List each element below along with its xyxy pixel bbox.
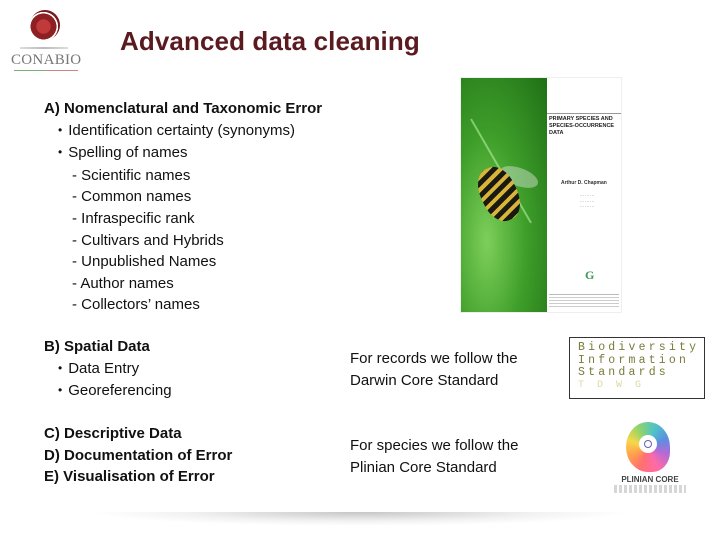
book-subtitle: PRIMARY SPECIES AND SPECIES-OCCURRENCE D… [549, 116, 615, 136]
book-fine-print: ··· ··· ··· ··· ··· ··· ··· ··· ··· [579, 193, 595, 209]
section-b: B) Spatial Data Data Entry Georeferencin… [44, 336, 172, 403]
section-e-heading: E) Visualisation of Error [44, 468, 215, 486]
species-line-2: Plinian Core Standard [350, 458, 497, 476]
species-line-1: For species we follow the [350, 437, 519, 454]
bullet-item: Georeferencing [44, 380, 171, 403]
sub-item: - Collectors’ names [72, 296, 200, 314]
sections-c-e: C) Descriptive Data D) Documentation of … [44, 423, 232, 488]
plinian-core-logo: PLINIAN CORE [610, 420, 690, 498]
section-b-heading: B) Spatial Data [44, 338, 150, 355]
sub-item: - Scientific names [72, 166, 191, 184]
bullet-item: Identification certainty (synonyms) [44, 120, 322, 143]
section-a: A) Nomenclatural and Taxonomic Error Ide… [44, 98, 322, 316]
book-cover-image: PRINCIPLES AND METHODS OF DATA CLEANING … [460, 77, 622, 313]
logo-underline [14, 70, 78, 71]
plinian-tagline [614, 485, 686, 493]
sub-item: - Cultivars and Hybrids [72, 231, 224, 249]
spiral-center-icon [644, 440, 652, 448]
conabio-emblem-icon [30, 10, 60, 40]
book-author: Arthur D. Chapman [561, 180, 607, 186]
records-line-1: For records we follow the [350, 350, 518, 367]
conabio-logo: CONABIO [8, 8, 82, 71]
logo-text: CONABIO [11, 52, 82, 68]
bullet-item: Data Entry [44, 358, 172, 381]
book-title-line: AND METHODS [547, 95, 618, 106]
tdwg-logo: Biodiversity Information Standards TDWG [569, 337, 705, 399]
plinian-label: PLINIAN CORE [621, 475, 679, 484]
book-title-line: PRINCIPLES [560, 84, 618, 95]
tdwg-line: Standards [578, 366, 669, 379]
sub-item: - Common names [72, 188, 192, 206]
sub-item: - Infraspecific rank [72, 209, 195, 227]
section-a-heading: A) Nomenclatural and Taxonomic Error [44, 100, 323, 117]
book-footer [549, 294, 619, 307]
logo-separator [20, 47, 68, 49]
plinian-core-text: For species we follow the Plinian Core S… [350, 435, 518, 478]
section-c-heading: C) Descriptive Data [44, 425, 182, 442]
section-d-heading: D) Documentation of Error [44, 446, 233, 464]
sub-item: - Author names [72, 274, 174, 292]
darwin-core-text: For records we follow the Darwin Core St… [350, 348, 518, 391]
tdwg-line: Biodiversity [578, 341, 700, 354]
book-divider [547, 113, 621, 114]
records-line-2: Darwin Core Standard [350, 371, 499, 389]
slide-bottom-shadow [90, 512, 630, 526]
bullet-item: Spelling of names [44, 142, 322, 165]
slide-title: Advanced data cleaning [120, 26, 420, 56]
gbif-logo-icon: G [585, 268, 595, 282]
tdwg-mark: TDWG [578, 379, 655, 391]
sub-item: - Unpublished Names [72, 253, 217, 271]
